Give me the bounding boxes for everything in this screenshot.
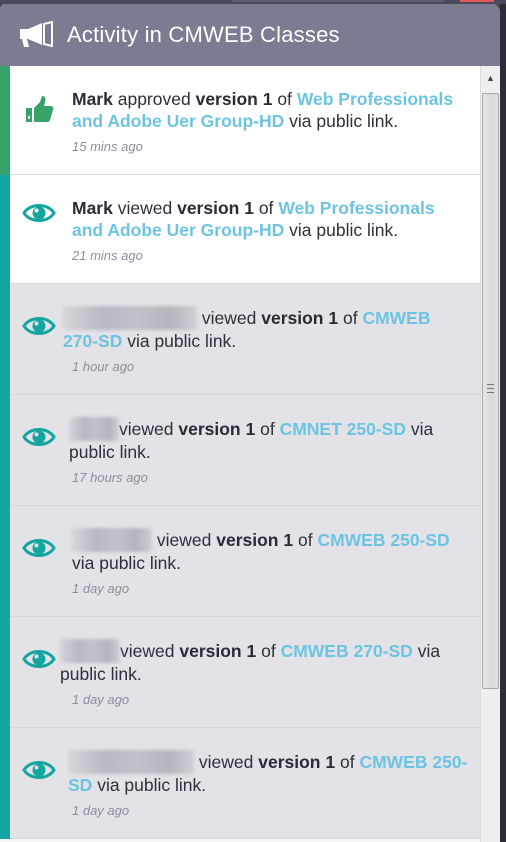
activity-version: version 1 bbox=[178, 419, 256, 439]
activity-item[interactable]: viewed version 1 of CMWEB 250-SD via pub… bbox=[0, 728, 480, 839]
activity-of: of bbox=[339, 752, 355, 772]
activity-version: version 1 bbox=[216, 530, 294, 550]
activity-time: 1 day ago bbox=[72, 692, 130, 707]
activity-of: of bbox=[277, 89, 292, 109]
window-edge bbox=[500, 4, 506, 842]
redacted-user-name bbox=[72, 528, 152, 552]
viewed-accent-bar bbox=[0, 506, 10, 617]
activity-time: 21 mins ago bbox=[72, 248, 143, 263]
activity-target-link[interactable]: CMWEB 250-SD bbox=[317, 530, 449, 550]
activity-text: Mark approved version 1 of Web Professio… bbox=[72, 66, 470, 132]
approved-accent-bar bbox=[0, 66, 10, 175]
activity-user: Mark bbox=[72, 89, 113, 109]
scroll-up-arrow-icon[interactable]: ▲ bbox=[481, 66, 500, 90]
activity-item[interactable]: viewed version 1 of CMWEB 250-SD via pub… bbox=[0, 506, 480, 617]
activity-suffix: via public link. bbox=[72, 553, 181, 573]
activity-text: Mark viewed version 1 of Web Professiona… bbox=[72, 175, 470, 241]
activity-text: viewed version 1 of CMWEB 250-SD via pub… bbox=[72, 506, 470, 574]
activity-of: of bbox=[261, 641, 276, 661]
activity-version: version 1 bbox=[179, 641, 257, 661]
viewed-accent-bar bbox=[0, 175, 10, 284]
redacted-user-name bbox=[60, 639, 120, 663]
panel-header: Activity in CMWEB Classes bbox=[0, 4, 500, 66]
activity-text: viewed version 1 of CMWEB 270-SD via pub… bbox=[63, 284, 470, 352]
scrollbar-grip-icon bbox=[487, 384, 494, 393]
activity-version: version 1 bbox=[261, 308, 339, 328]
activity-target-link[interactable]: CMWEB 270-SD bbox=[281, 641, 413, 661]
activity-version: version 1 bbox=[195, 89, 273, 109]
activity-action: viewed bbox=[119, 419, 174, 439]
activity-of: of bbox=[297, 530, 313, 550]
activity-list: Mark approved version 1 of Web Professio… bbox=[0, 66, 480, 842]
viewed-accent-bar bbox=[0, 728, 10, 839]
activity-text: viewed version 1 of CMNET 250-SD via pub… bbox=[69, 395, 470, 463]
activity-version: version 1 bbox=[258, 752, 336, 772]
scrollbar-thumb[interactable] bbox=[482, 93, 499, 689]
activity-action: viewed bbox=[156, 530, 212, 550]
redacted-user-name bbox=[63, 306, 197, 330]
activity-time: 17 hours ago bbox=[72, 470, 148, 485]
activity-action: viewed bbox=[120, 641, 175, 661]
activity-version: version 1 bbox=[177, 198, 254, 218]
activity-action: approved bbox=[117, 89, 191, 109]
activity-suffix: via public link. bbox=[289, 111, 399, 131]
activity-action: viewed bbox=[198, 752, 254, 772]
eye-icon bbox=[20, 755, 58, 785]
viewed-accent-bar bbox=[0, 617, 10, 728]
background-field bbox=[232, 0, 444, 2]
activity-suffix: via public link. bbox=[289, 220, 399, 240]
eye-icon bbox=[20, 311, 58, 341]
activity-item[interactable]: viewed version 1 of CMWEB 270-SD via pub… bbox=[0, 284, 480, 395]
activity-item[interactable]: Mark viewed version 1 of Web Professiona… bbox=[0, 175, 480, 284]
activity-time: 1 hour ago bbox=[72, 359, 135, 374]
redacted-user-name bbox=[69, 417, 119, 441]
viewed-accent-bar bbox=[0, 284, 10, 395]
eye-icon bbox=[20, 533, 58, 563]
activity-of: of bbox=[260, 419, 275, 439]
eye-icon bbox=[20, 644, 58, 674]
activity-time: 1 day ago bbox=[72, 581, 130, 596]
activity-item[interactable]: viewed version 1 of CMNET 250-SD via pub… bbox=[0, 395, 480, 506]
activity-text: viewed version 1 of CMWEB 250-SD via pub… bbox=[68, 728, 470, 796]
activity-action: viewed bbox=[201, 308, 257, 328]
activity-user: Mark bbox=[72, 198, 113, 218]
thumbs-up-icon bbox=[20, 95, 58, 125]
activity-suffix: via public link. bbox=[97, 775, 207, 795]
activity-target-link[interactable]: CMNET 250-SD bbox=[280, 419, 406, 439]
activity-item[interactable]: viewed version 1 of CMWEB 270-SD via pub… bbox=[0, 617, 480, 728]
megaphone-icon bbox=[18, 21, 58, 49]
list-scrollbar[interactable]: ▲ bbox=[480, 66, 500, 842]
background-close-button bbox=[460, 0, 494, 2]
activity-time: 1 day ago bbox=[72, 803, 130, 818]
activity-action: viewed bbox=[117, 198, 173, 218]
activity-text: viewed version 1 of CMWEB 270-SD via pub… bbox=[60, 617, 470, 685]
activity-of: of bbox=[342, 308, 358, 328]
viewed-accent-bar bbox=[0, 395, 10, 506]
activity-suffix: via public link. bbox=[127, 331, 237, 351]
redacted-user-name bbox=[68, 750, 194, 774]
activity-time: 15 mins ago bbox=[72, 139, 143, 154]
panel-title: Activity in CMWEB Classes bbox=[67, 22, 340, 47]
activity-item[interactable]: Mark approved version 1 of Web Professio… bbox=[0, 66, 480, 175]
eye-icon bbox=[20, 422, 58, 452]
eye-icon bbox=[20, 198, 58, 228]
activity-panel: Activity in CMWEB Classes Mark approved … bbox=[0, 4, 500, 842]
activity-of: of bbox=[258, 198, 274, 218]
